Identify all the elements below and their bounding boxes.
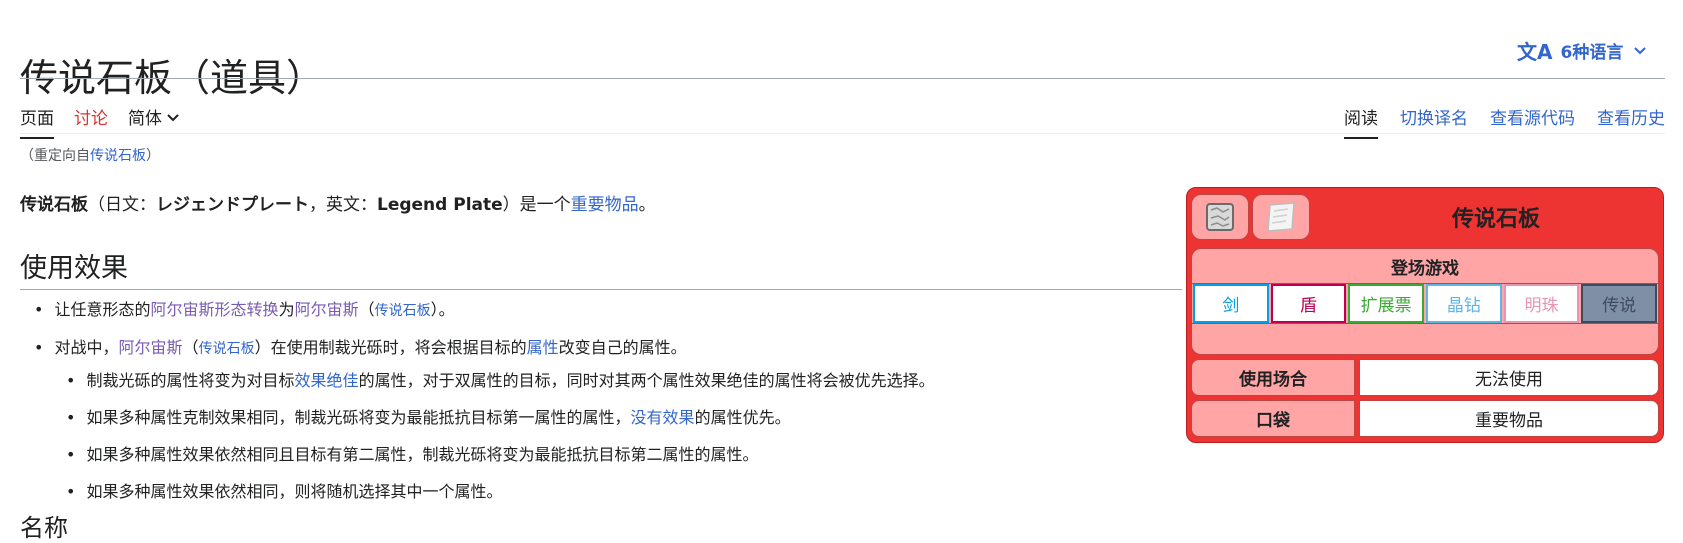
pocket-value: 重要物品	[1359, 400, 1659, 437]
game-brilliant-diamond[interactable]: 晶钻	[1426, 284, 1502, 323]
list-text: 如果多种属性克制效果相同，制裁光砾将变为最能抵抗目标第一属性的属性，	[86, 408, 631, 427]
section-heading-name: 名称	[20, 514, 68, 542]
language-button[interactable]: 文A 6种语言	[1517, 36, 1647, 65]
list-text: 改变自己的属性。	[558, 338, 687, 357]
redirect-suffix: ）	[146, 148, 160, 164]
list-text: 如果多种属性效果依然相同，则将随机选择其中一个属性。	[86, 482, 503, 501]
list-text: （	[182, 338, 199, 357]
translate-icon: 文A	[1517, 40, 1553, 64]
list-text: 的属性优先。	[694, 408, 791, 427]
type-link[interactable]: 属性	[527, 338, 559, 357]
redirect-note: （重定向自传说石板）	[20, 145, 160, 165]
plate-sprite-icon	[1206, 203, 1234, 231]
lead-english: Legend Plate	[377, 195, 503, 215]
tabs-divider	[20, 133, 1665, 134]
title-divider	[20, 78, 1665, 79]
effect-list: 让任意形态的阿尔宙斯形态转换为阿尔宙斯（传说石板）。 对战中，阿尔宙斯（传说石板…	[34, 296, 687, 372]
arceus-link[interactable]: 阿尔宙斯	[119, 338, 183, 357]
list-text: 制裁光砾的属性将变为对目标	[86, 371, 295, 390]
infobox-title: 传说石板	[1451, 207, 1540, 232]
list-text: ）。	[430, 300, 455, 319]
effect-sublist: 制裁光砾的属性将变为对目标效果绝佳的属性，对于双属性的目标，同时对其两个属性效果…	[66, 367, 935, 515]
list-text: 的属性，对于双属性的目标，同时对其两个属性效果绝佳的属性将会被优先选择。	[358, 371, 935, 390]
lead-text: ，英文：	[309, 195, 377, 215]
list-text: 为	[278, 300, 295, 319]
lead-text: （日文：	[88, 195, 156, 215]
list-text: 让任意形态的	[54, 300, 151, 319]
variant-label: 简体	[128, 109, 162, 129]
list-item: 制裁光砾的属性将变为对目标效果绝佳的属性，对于双属性的目标，同时对其两个属性效果…	[66, 367, 935, 391]
legend-plate-artwork-icon[interactable]	[1252, 194, 1310, 240]
key-item-link[interactable]: 重要物品	[571, 195, 639, 215]
legend-plate-sprite-icon[interactable]	[1191, 194, 1249, 240]
list-text: 对战中，	[54, 338, 119, 357]
legend-plate-form-link[interactable]: 传说石板	[375, 303, 431, 319]
language-count: 6种语言	[1560, 43, 1624, 63]
pocket-label: 口袋	[1191, 400, 1355, 437]
list-item: 对战中，阿尔宙斯（传说石板）在使用制裁光砾时，将会根据目标的属性改变自己的属性。	[34, 334, 687, 358]
games-blank-row	[1192, 323, 1658, 354]
no-effect-link[interactable]: 没有效果	[631, 408, 695, 427]
chevron-down-icon	[167, 114, 180, 122]
redirect-prefix: （重定向自	[20, 148, 90, 164]
list-item: 让任意形态的阿尔宙斯形态转换为阿尔宙斯（传说石板）。	[34, 296, 687, 320]
games-section: 登场游戏 剑 盾 扩展票 晶钻 明珠 传说	[1191, 248, 1659, 355]
usage-label: 使用场合	[1191, 359, 1355, 396]
games-header: 登场游戏	[1391, 259, 1459, 279]
legend-plate-form-link[interactable]: 传说石板	[199, 341, 255, 357]
game-shield[interactable]: 盾	[1270, 284, 1347, 323]
infobox-header: 传说石板	[1191, 192, 1659, 242]
game-shining-pearl[interactable]: 明珠	[1503, 284, 1580, 323]
games-row: 剑 盾 扩展票 晶钻 明珠 传说	[1192, 283, 1658, 323]
section-heading-effect: 使用效果	[20, 246, 1182, 290]
item-infobox: 传说石板 登场游戏 剑 盾 扩展票 晶钻 明珠 传说 使用场合 无法使用 口袋 …	[1186, 187, 1664, 443]
arceus-form-change-link[interactable]: 阿尔宙斯形态转换	[151, 300, 279, 319]
lead-text: 。	[638, 195, 656, 215]
page-title: 传说石板（道具）	[20, 56, 325, 101]
list-text: ）在使用制裁光砾时，将会根据目标的	[254, 338, 527, 357]
game-sword[interactable]: 剑	[1193, 284, 1269, 323]
lead-term: 传说石板	[20, 195, 88, 215]
chevron-down-icon	[1634, 46, 1647, 54]
list-item: 如果多种属性克制效果相同，制裁光砾将变为最能抵抗目标第一属性的属性，没有效果的属…	[66, 404, 935, 428]
super-effective-link[interactable]: 效果绝佳	[295, 371, 359, 390]
redirect-link[interactable]: 传说石板	[90, 148, 146, 164]
list-text: 如果多种属性效果依然相同且目标有第二属性，制裁光砾将变为最能抵抗目标第二属性的属…	[86, 445, 759, 464]
plate-artwork-icon	[1267, 202, 1295, 232]
infobox-row-usage: 使用场合 无法使用	[1191, 359, 1659, 396]
lead-japanese: レジェンドプレート	[156, 195, 309, 215]
lead-text: ）是一个	[502, 195, 571, 215]
list-item: 如果多种属性效果依然相同且目标有第二属性，制裁光砾将变为最能抵抗目标第二属性的属…	[66, 441, 935, 465]
infobox-row-pocket: 口袋 重要物品	[1191, 400, 1659, 437]
game-legends-arceus[interactable]: 传说	[1581, 284, 1658, 323]
lead-paragraph: 传说石板（日文：レジェンドプレート，英文：Legend Plate）是一个重要物…	[20, 190, 656, 215]
arceus-link[interactable]: 阿尔宙斯	[295, 300, 359, 319]
list-text: （	[358, 300, 375, 319]
list-item: 如果多种属性效果依然相同，则将随机选择其中一个属性。	[66, 478, 935, 502]
usage-value: 无法使用	[1359, 359, 1659, 396]
game-expansion-pass[interactable]: 扩展票	[1348, 284, 1425, 323]
